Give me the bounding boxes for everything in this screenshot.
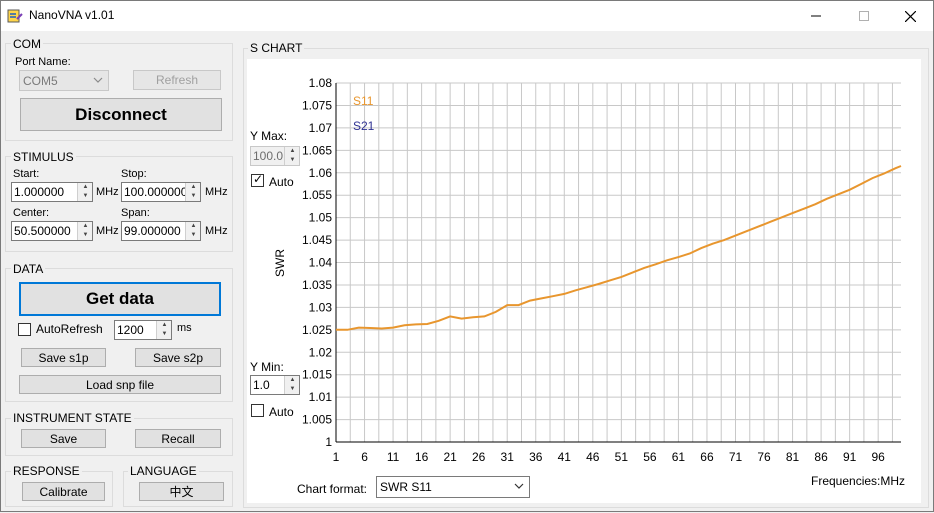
x-tick-label: 1: [333, 450, 340, 464]
x-tick-label: 16: [415, 450, 429, 464]
x-tick-label: 76: [757, 450, 771, 464]
y-tick-label: 1.08: [309, 76, 333, 90]
x-tick-label: 71: [729, 450, 743, 464]
swr-chart: 1 6 11 16 21 26 31 36 41 46 51 56 61 66 71 76 81 86 91 9611…: [273, 76, 902, 464]
x-tick-label: 41: [558, 450, 572, 464]
y-tick-label: 1.045: [302, 233, 332, 247]
x-tick-label: 61: [672, 450, 686, 464]
x-tick-label: 81: [786, 450, 800, 464]
chart-format-select[interactable]: SWR S11: [376, 476, 530, 498]
y-tick-label: 1: [325, 435, 332, 449]
y-tick-label: 1.075: [302, 98, 332, 112]
y-tick-label: 1.035: [302, 278, 332, 292]
x-tick-label: 56: [643, 450, 657, 464]
chevron-down-icon: [514, 483, 524, 489]
y-tick-label: 1.055: [302, 188, 332, 202]
x-tick-label: 6: [361, 450, 368, 464]
x-tick-label: 36: [529, 450, 543, 464]
y-tick-label: 1.04: [309, 256, 333, 270]
y-tick-label: 1.03: [309, 300, 333, 314]
x-tick-label: 11: [387, 450, 400, 464]
series-line-s11: [336, 165, 902, 331]
y-tick-label: 1.015: [302, 368, 332, 382]
x-tick-label: 91: [843, 450, 857, 464]
x-tick-label: 86: [814, 450, 828, 464]
app-window: NanoVNA v1.01 COM Port Name: COM5 Refres…: [0, 0, 934, 512]
x-tick-label: 26: [472, 450, 486, 464]
x-tick-label: 96: [871, 450, 885, 464]
y-tick-label: 1.02: [309, 345, 333, 359]
legend-s11: S11: [353, 94, 374, 108]
y-tick-label: 1.05: [309, 211, 333, 225]
x-tick-label: 21: [443, 450, 457, 464]
y-axis-title: SWR: [273, 249, 287, 277]
y-tick-label: 1.01: [309, 390, 333, 404]
chart-format-value: SWR S11: [380, 480, 432, 494]
x-tick-label: 46: [586, 450, 600, 464]
legend-s21: S21: [353, 119, 375, 133]
y-tick-label: 1.065: [302, 143, 332, 157]
x-tick-label: 66: [700, 450, 714, 464]
y-tick-label: 1.005: [302, 413, 332, 427]
y-tick-label: 1.025: [302, 323, 332, 337]
y-tick-label: 1.07: [309, 121, 333, 135]
frequencies-unit-label: Frequencies:MHz: [811, 474, 906, 488]
y-tick-label: 1.06: [309, 166, 333, 180]
x-tick-label: 51: [615, 450, 629, 464]
chart-format-label: Chart format:: [297, 482, 368, 496]
x-tick-label: 31: [501, 450, 515, 464]
